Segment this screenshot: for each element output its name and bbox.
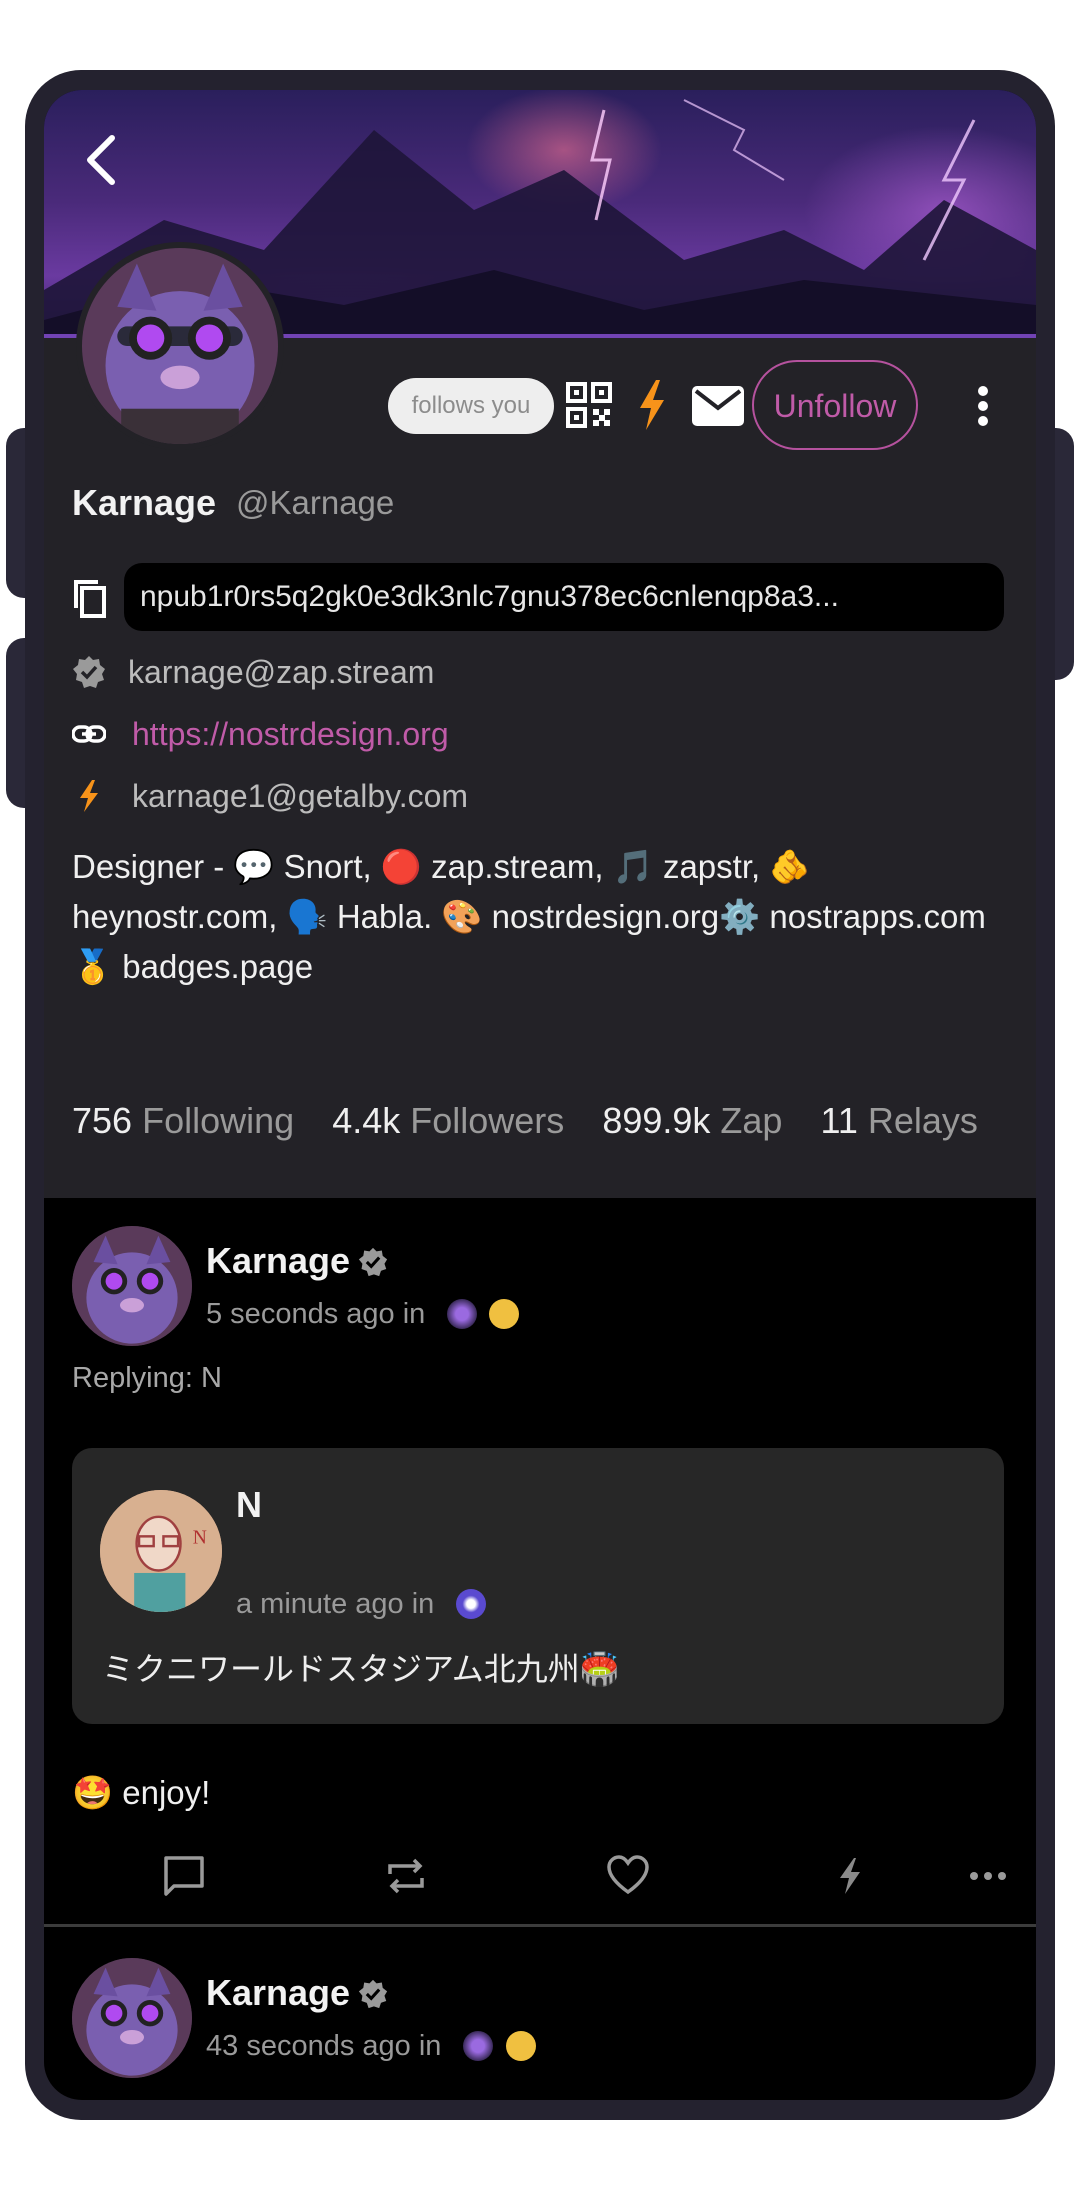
zap-lightning-icon[interactable] xyxy=(636,380,668,430)
nip05-row: karnage@zap.stream xyxy=(72,650,434,694)
profile-bio: Designer - 💬 Snort, 🔴 zap.stream, 🎵 zaps… xyxy=(72,848,986,985)
note-author-avatar[interactable] xyxy=(72,1958,192,2078)
npub-field[interactable]: npub1r0rs5q2gk0e3dk3nlc7gnu378ec6cnlenqp… xyxy=(124,563,1004,631)
note-content: 🤩 enjoy! xyxy=(72,1774,211,1811)
unfollow-button[interactable]: Unfollow xyxy=(752,360,918,450)
note-timestamp: 43 seconds ago in xyxy=(206,2030,536,2063)
quoted-note[interactable]: N N a minute ago in ミクニワールドスタジアム北九州🏟️ xyxy=(72,1448,1004,1724)
website-link[interactable]: https://nostrdesign.org xyxy=(132,716,449,753)
like-heart-icon[interactable] xyxy=(606,1854,650,1898)
copy-icon[interactable] xyxy=(72,578,106,618)
quoted-author-avatar[interactable]: N xyxy=(100,1490,222,1612)
note-time-text: 5 seconds ago in xyxy=(206,1298,426,1330)
sketch-avatar-image: N xyxy=(100,1490,222,1612)
cat-avatar-image xyxy=(72,1958,192,2078)
cat-avatar-image xyxy=(72,1226,192,1346)
profile-info-panel xyxy=(44,338,1036,1198)
note-time-text: 43 seconds ago in xyxy=(206,2030,442,2062)
verified-badge-icon xyxy=(358,1979,388,2009)
note-timestamp: 5 seconds ago in xyxy=(206,1298,520,1331)
lightning-address-icon xyxy=(80,780,98,812)
reply-icon[interactable] xyxy=(162,1854,206,1898)
qr-code-icon[interactable] xyxy=(566,382,612,428)
note-author-name[interactable]: Karnage xyxy=(206,1972,388,2014)
profile-handle: @Karnage xyxy=(236,484,395,521)
link-icon xyxy=(72,725,106,743)
svg-text:N: N xyxy=(193,1528,207,1549)
back-chevron-icon[interactable] xyxy=(80,132,124,188)
lightning-address-text: karnage1@getalby.com xyxy=(132,777,469,814)
quoted-time-text: a minute ago in xyxy=(236,1588,435,1620)
more-horizontal-icon[interactable] xyxy=(966,1854,1010,1898)
website-row[interactable]: https://nostrdesign.org xyxy=(72,712,449,756)
repost-icon[interactable] xyxy=(384,1854,428,1898)
note-card[interactable]: Karnage 5 seconds ago in Replying: N N N xyxy=(44,1198,1036,1918)
verified-badge-icon xyxy=(358,1247,388,1277)
stat-zaps[interactable]: 899.9k Zap xyxy=(602,1100,782,1142)
zap-action-icon[interactable] xyxy=(828,1854,872,1898)
note-author-text: Karnage xyxy=(206,1972,351,2013)
note-card[interactable]: Karnage 43 seconds ago in xyxy=(44,1928,1036,2100)
verified-badge-icon xyxy=(73,656,105,688)
relay-avatar-2[interactable] xyxy=(505,2031,536,2061)
stat-followers[interactable]: 4.4k Followers xyxy=(332,1100,564,1142)
stat-following[interactable]: 756 Following xyxy=(72,1100,294,1142)
profile-display-name: Karnage xyxy=(72,482,217,523)
app-screen: follows you Unfollow Karnage @Karnage np… xyxy=(44,90,1036,2100)
envelope-icon[interactable] xyxy=(692,386,744,426)
relay-avatar-2[interactable] xyxy=(489,1299,520,1329)
note-author-avatar[interactable] xyxy=(72,1226,192,1346)
more-vertical-icon[interactable] xyxy=(977,386,989,426)
profile-stats: 756 Following 4.4k Followers 899.9k Zap … xyxy=(72,1100,1006,1142)
quoted-content: ミクニワールドスタジアム北九州🏟️ xyxy=(102,1651,620,1687)
nip05-text: karnage@zap.stream xyxy=(128,653,435,690)
profile-avatar[interactable] xyxy=(76,242,284,450)
follows-you-badge: follows you xyxy=(388,378,554,434)
cat-avatar-image xyxy=(82,248,278,444)
quoted-author-name[interactable]: N xyxy=(236,1484,262,1526)
note-author-name[interactable]: Karnage xyxy=(206,1240,388,1282)
relay-avatar-1[interactable] xyxy=(447,1299,478,1329)
stat-relays[interactable]: 11 Relays xyxy=(820,1100,977,1142)
replying-to[interactable]: Replying: N xyxy=(72,1362,222,1395)
relay-avatar-1[interactable] xyxy=(463,2031,494,2061)
lightning-row: karnage1@getalby.com xyxy=(72,774,468,818)
relay-avatar-3[interactable] xyxy=(456,1589,487,1619)
note-divider xyxy=(44,1924,1036,1927)
note-author-text: Karnage xyxy=(206,1240,351,1281)
quoted-timestamp: a minute ago in xyxy=(236,1588,487,1621)
